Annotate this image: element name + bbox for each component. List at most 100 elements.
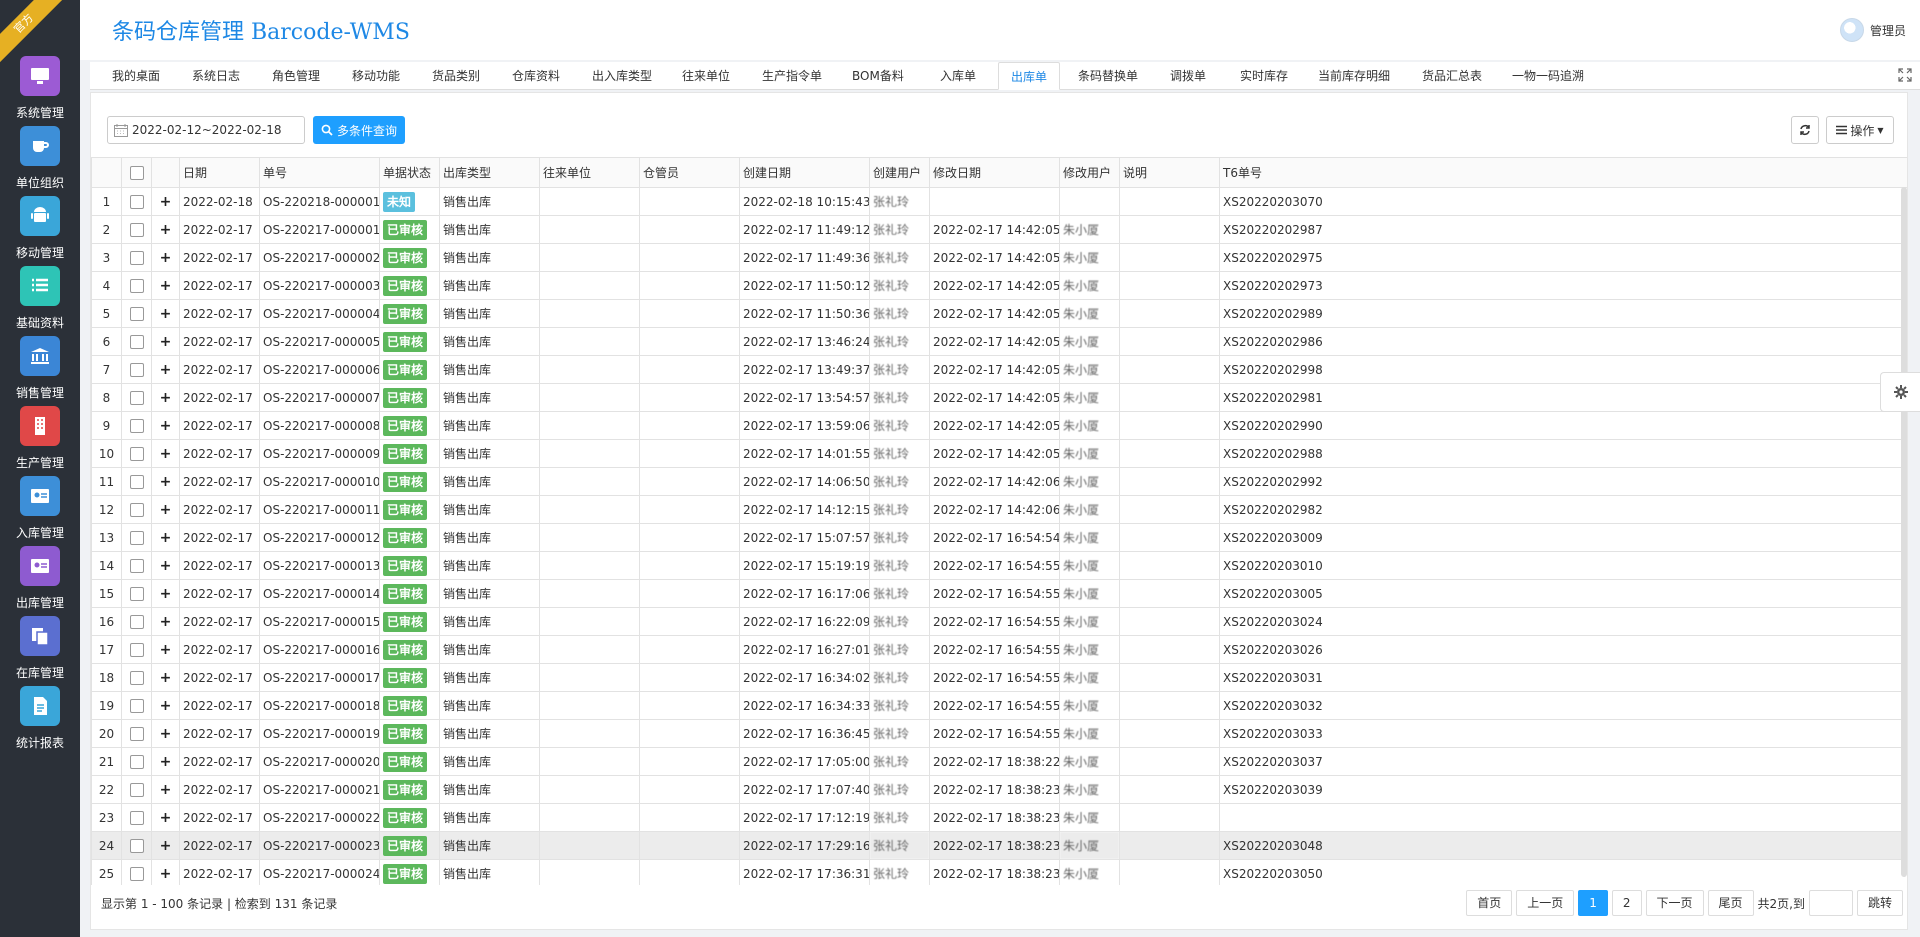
checkbox[interactable]: [129, 306, 144, 321]
row-checkbox[interactable]: [121, 439, 152, 468]
checkbox[interactable]: [129, 250, 144, 265]
tab-6[interactable]: 仓库资料: [512, 62, 560, 90]
row-checkbox[interactable]: [121, 355, 152, 384]
row-checkbox[interactable]: [121, 747, 152, 776]
checkbox[interactable]: [129, 782, 144, 797]
last-page-button[interactable]: 尾页: [1707, 890, 1754, 916]
row-checkbox[interactable]: [121, 635, 152, 664]
page-1-button[interactable]: 1: [1578, 890, 1608, 916]
sidebar-item-5[interactable]: 销售管理: [0, 336, 80, 416]
expand-row-icon[interactable]: +: [151, 635, 180, 664]
table-row[interactable]: 5 +2022-02-17 OS-220217-000004 已审核 销售出库 2022-…: [91, 299, 1907, 328]
tab-13[interactable]: 条码替换单: [1078, 62, 1138, 90]
table-row[interactable]: 10 +2022-02-17 OS-220217-000009 已审核 销售出库 2022…: [91, 439, 1907, 468]
select-all-checkbox[interactable]: [121, 157, 152, 188]
sidebar-item-1[interactable]: 系统管理: [0, 56, 80, 136]
tab-15[interactable]: 实时库存: [1240, 62, 1288, 90]
checkbox[interactable]: [129, 726, 144, 741]
tab-10[interactable]: BOM备料: [852, 62, 904, 90]
checkbox[interactable]: [129, 670, 144, 685]
refresh-button[interactable]: [1791, 116, 1819, 144]
row-checkbox[interactable]: [121, 271, 152, 300]
row-checkbox[interactable]: [121, 775, 152, 804]
table-row[interactable]: 3 +2022-02-17 OS-220217-000002 已审核 销售出库 2022-…: [91, 243, 1907, 272]
page-jump-input[interactable]: [1808, 890, 1853, 916]
sidebar-item-8[interactable]: 出库管理: [0, 546, 80, 626]
table-row[interactable]: 19 +2022-02-17 OS-220217-000018 已审核 销售出库 2022…: [91, 691, 1907, 720]
tab-2[interactable]: 系统日志: [192, 62, 240, 90]
expand-row-icon[interactable]: +: [151, 243, 180, 272]
tab-4[interactable]: 移动功能: [352, 62, 400, 90]
sidebar-item-7[interactable]: 入库管理: [0, 476, 80, 556]
first-page-button[interactable]: 首页: [1466, 890, 1513, 916]
table-row[interactable]: 21 +2022-02-17 OS-220217-000020 已审核 销售出库 2022…: [91, 747, 1907, 776]
user-menu[interactable]: 管理员: [1839, 18, 1906, 42]
tab-18[interactable]: 一物一码追溯: [1512, 62, 1584, 90]
table-row[interactable]: 24 +2022-02-17 OS-220217-000023 已审核 销售出库 2022…: [91, 831, 1907, 860]
tab-16[interactable]: 当前库存明细: [1318, 62, 1390, 90]
sidebar-item-3[interactable]: 移动管理: [0, 196, 80, 276]
row-checkbox[interactable]: [121, 831, 152, 860]
expand-row-icon[interactable]: +: [151, 607, 180, 636]
checkbox[interactable]: [129, 390, 144, 405]
expand-row-icon[interactable]: +: [151, 719, 180, 748]
tab-14[interactable]: 调拨单: [1170, 62, 1206, 90]
table-row[interactable]: 14 +2022-02-17 OS-220217-000013 已审核 销售出库 2022…: [91, 551, 1907, 580]
expand-row-icon[interactable]: +: [151, 579, 180, 608]
row-checkbox[interactable]: [121, 327, 152, 356]
checkbox[interactable]: [129, 165, 144, 180]
checkbox[interactable]: [129, 866, 144, 881]
row-checkbox[interactable]: [121, 411, 152, 440]
table-scrollbar[interactable]: [1901, 187, 1907, 877]
row-checkbox[interactable]: [121, 523, 152, 552]
fullscreen-icon[interactable]: [1898, 68, 1912, 82]
sidebar-item-6[interactable]: 生产管理: [0, 406, 80, 486]
jump-button[interactable]: 跳转: [1856, 890, 1903, 916]
checkbox[interactable]: [129, 698, 144, 713]
row-checkbox[interactable]: [121, 495, 152, 524]
expand-row-icon[interactable]: +: [151, 691, 180, 720]
tab-8[interactable]: 往来单位: [682, 62, 730, 90]
checkbox[interactable]: [129, 810, 144, 825]
expand-row-icon[interactable]: +: [151, 355, 180, 384]
checkbox[interactable]: [129, 586, 144, 601]
row-checkbox[interactable]: [121, 691, 152, 720]
expand-row-icon[interactable]: +: [151, 187, 180, 216]
expand-row-icon[interactable]: +: [151, 439, 180, 468]
expand-row-icon[interactable]: +: [151, 327, 180, 356]
table-row[interactable]: 16 +2022-02-17 OS-220217-000015 已审核 销售出库 2022…: [91, 607, 1907, 636]
table-row[interactable]: 11 +2022-02-17 OS-220217-000010 已审核 销售出库 2022…: [91, 467, 1907, 496]
row-checkbox[interactable]: [121, 663, 152, 692]
date-range-input[interactable]: 2022-02-12~2022-02-18: [107, 116, 305, 144]
expand-row-icon[interactable]: +: [151, 467, 180, 496]
table-row[interactable]: 15 +2022-02-17 OS-220217-000014 已审核 销售出库 2022…: [91, 579, 1907, 608]
checkbox[interactable]: [129, 446, 144, 461]
checkbox[interactable]: [129, 558, 144, 573]
row-checkbox[interactable]: [121, 579, 152, 608]
expand-row-icon[interactable]: +: [151, 215, 180, 244]
multi-search-button[interactable]: 多条件查询: [313, 116, 405, 144]
expand-row-icon[interactable]: +: [151, 383, 180, 412]
table-row[interactable]: 20 +2022-02-17 OS-220217-000019 已审核 销售出库 2022…: [91, 719, 1907, 748]
checkbox[interactable]: [129, 278, 144, 293]
tab-3[interactable]: 角色管理: [272, 62, 320, 90]
table-row[interactable]: 22 +2022-02-17 OS-220217-000021 已审核 销售出库 2022…: [91, 775, 1907, 804]
tab-1[interactable]: 我的桌面: [112, 62, 160, 90]
sidebar-item-4[interactable]: 基础资料: [0, 266, 80, 346]
expand-row-icon[interactable]: +: [151, 495, 180, 524]
table-row[interactable]: 13 +2022-02-17 OS-220217-000012 已审核 销售出库 2022…: [91, 523, 1907, 552]
row-checkbox[interactable]: [121, 467, 152, 496]
table-row[interactable]: 6 +2022-02-17 OS-220217-000005 已审核 销售出库 2022-…: [91, 327, 1907, 356]
expand-row-icon[interactable]: +: [151, 859, 180, 885]
checkbox[interactable]: [129, 530, 144, 545]
checkbox[interactable]: [129, 614, 144, 629]
row-checkbox[interactable]: [121, 243, 152, 272]
row-checkbox[interactable]: [121, 803, 152, 832]
expand-row-icon[interactable]: +: [151, 803, 180, 832]
checkbox[interactable]: [129, 362, 144, 377]
expand-row-icon[interactable]: +: [151, 775, 180, 804]
table-row[interactable]: 9 +2022-02-17 OS-220217-000008 已审核 销售出库 2022-…: [91, 411, 1907, 440]
checkbox[interactable]: [129, 194, 144, 209]
checkbox[interactable]: [129, 418, 144, 433]
row-checkbox[interactable]: [121, 383, 152, 412]
